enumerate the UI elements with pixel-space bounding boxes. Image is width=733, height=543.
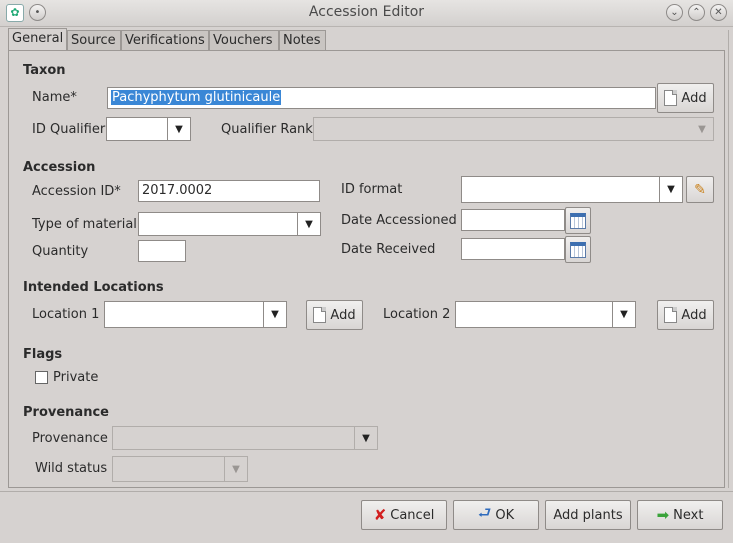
date-accessioned-label: Date Accessioned — [341, 213, 457, 228]
type-of-material-label: Type of material — [32, 217, 137, 232]
add-taxon-label: Add — [681, 90, 707, 106]
location-1-combo[interactable]: ▼ — [104, 301, 287, 328]
provenance-label: Provenance — [32, 431, 108, 446]
location-2-combo[interactable]: ▼ — [455, 301, 636, 328]
calendar-icon — [570, 241, 586, 258]
chevron-down-icon: ▼ — [354, 427, 377, 449]
cancel-button[interactable]: ✘ Cancel — [361, 500, 447, 530]
chevron-down-icon: ▼ — [612, 302, 635, 327]
date-received-input[interactable] — [461, 238, 565, 260]
tab-general[interactable]: General — [8, 28, 67, 50]
ok-label: OK — [495, 507, 515, 523]
quantity-label: Quantity — [32, 244, 89, 259]
calendar-icon — [570, 212, 586, 229]
maximize-icon[interactable]: ⌃ — [688, 4, 705, 21]
locations-heading: Intended Locations — [23, 280, 164, 295]
id-qualifier-combo[interactable]: ▼ — [106, 117, 191, 141]
minimize-icon[interactable]: ⌄ — [666, 4, 683, 21]
private-label[interactable]: Private — [53, 370, 98, 385]
next-label: Next — [673, 507, 704, 523]
wild-status-combo[interactable]: ▼ — [112, 456, 248, 482]
date-accessioned-input[interactable] — [461, 209, 565, 231]
new-document-icon — [664, 307, 678, 323]
date-accessioned-button[interactable] — [565, 207, 591, 234]
window-title: Accession Editor — [308, 4, 425, 20]
accession-heading: Accession — [23, 160, 96, 175]
date-received-label: Date Received — [341, 242, 436, 257]
taxon-heading: Taxon — [23, 63, 66, 78]
provenance-combo[interactable]: ▼ — [112, 426, 378, 450]
tab-source[interactable]: Source — [67, 30, 121, 50]
date-received-button[interactable] — [565, 236, 591, 263]
add-location-2-label: Add — [681, 307, 707, 323]
chevron-down-icon: ▼ — [167, 118, 190, 140]
chevron-down-icon: ▼ — [659, 177, 682, 202]
private-checkbox[interactable] — [35, 371, 48, 384]
new-document-icon — [313, 307, 327, 323]
add-location-1-label: Add — [330, 307, 356, 323]
panel-edge — [728, 30, 729, 488]
title-bar: ✿ • Accession Editor ⌄ ⌃ ✕ — [0, 0, 733, 27]
chevron-down-icon: ▼ — [263, 302, 286, 327]
qualifier-rank-combo[interactable]: ▼ — [313, 117, 714, 141]
accession-id-input[interactable]: 2017.0002 — [138, 180, 320, 202]
pencil-icon: ✎ — [694, 181, 706, 198]
id-format-combo[interactable]: ▼ — [461, 176, 683, 203]
provenance-heading: Provenance — [23, 405, 109, 420]
general-panel — [8, 50, 725, 488]
chevron-down-icon: ▼ — [297, 213, 320, 235]
wild-status-label: Wild status — [35, 461, 108, 476]
add-taxon-button[interactable]: Add — [657, 83, 714, 113]
chevron-down-icon: ▼ — [224, 457, 247, 481]
name-label: Name* — [32, 90, 77, 105]
name-input[interactable]: Pachyphytum glutinicaule — [107, 87, 656, 109]
add-plants-label: Add plants — [553, 507, 623, 523]
tab-verifications[interactable]: Verifications — [121, 30, 209, 50]
tab-vouchers[interactable]: Vouchers — [209, 30, 279, 50]
cancel-label: Cancel — [390, 507, 435, 523]
accession-id-label: Accession ID* — [32, 184, 121, 199]
footer-separator — [0, 491, 733, 492]
qualifier-rank-label: Qualifier Rank — [221, 122, 313, 137]
chevron-down-icon: ▼ — [698, 123, 706, 135]
id-qualifier-label: ID Qualifier — [32, 122, 106, 137]
return-arrow-icon: ⮐ — [477, 503, 492, 522]
ok-button[interactable]: ⮐ OK — [453, 500, 539, 530]
add-location-1-button[interactable]: Add — [306, 300, 363, 330]
add-plants-button[interactable]: Add plants — [545, 500, 631, 530]
type-of-material-combo[interactable]: ▼ — [138, 212, 321, 236]
quantity-input[interactable] — [138, 240, 186, 262]
forward-arrow-icon: ➡ — [656, 506, 670, 524]
name-value: Pachyphytum glutinicaule — [111, 90, 282, 105]
add-location-2-button[interactable]: Add — [657, 300, 714, 330]
close-icon[interactable]: ✕ — [710, 4, 727, 21]
location-2-label: Location 2 — [383, 307, 451, 322]
tab-notes[interactable]: Notes — [279, 30, 326, 50]
id-format-label: ID format — [341, 182, 403, 197]
edit-id-format-button[interactable]: ✎ — [686, 176, 714, 203]
flags-heading: Flags — [23, 347, 63, 362]
cancel-icon: ✘ — [373, 506, 387, 524]
next-button[interactable]: ➡ Next — [637, 500, 723, 530]
location-1-label: Location 1 — [32, 307, 100, 322]
new-document-icon — [664, 90, 678, 106]
